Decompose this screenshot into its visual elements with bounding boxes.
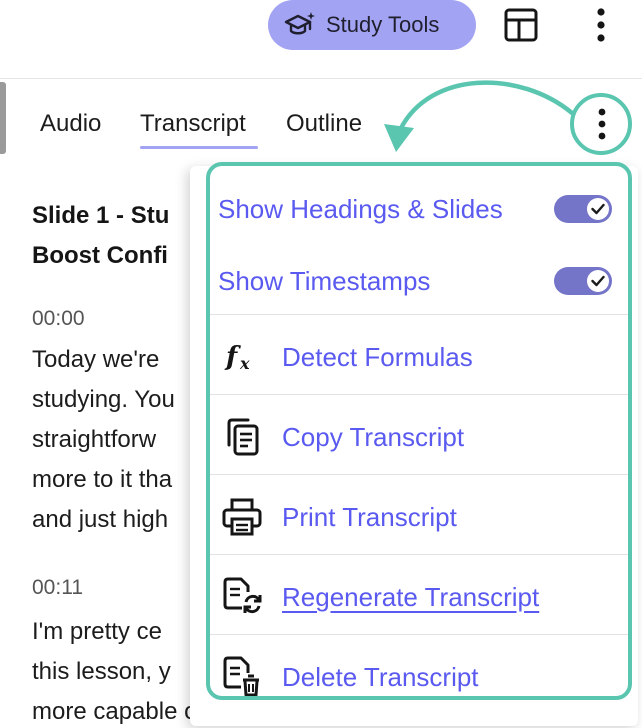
menu-divider <box>210 394 628 395</box>
delete-document-icon <box>220 655 264 696</box>
svg-text:f: f <box>224 342 241 372</box>
study-tools-button[interactable]: Study Tools <box>268 0 476 50</box>
printer-icon <box>220 495 264 539</box>
timestamp[interactable]: 00:00 <box>32 307 85 331</box>
menu-item-regenerate-transcript[interactable]: Regenerate Transcript <box>210 572 628 622</box>
top-bar: Study Tools <box>0 0 642 78</box>
regenerate-document-icon <box>220 575 264 619</box>
menu-item-copy-transcript[interactable]: Copy Transcript <box>210 412 628 462</box>
menu-divider <box>210 474 628 475</box>
transcript-options-menu: Show Headings & Slides Show Timestamps f… <box>206 162 632 700</box>
layout-panel-icon <box>504 8 538 42</box>
menu-divider <box>210 634 628 635</box>
menu-item-detect-formulas[interactable]: f x Detect Formulas <box>210 332 628 382</box>
menu-item-print-transcript[interactable]: Print Transcript <box>210 492 628 542</box>
vertical-dots-icon <box>597 8 605 42</box>
menu-divider <box>210 554 628 555</box>
menu-item-show-timestamps[interactable]: Show Timestamps <box>210 258 628 304</box>
study-tools-label: Study Tools <box>326 12 440 37</box>
formula-fx-icon: f x <box>220 335 264 379</box>
menu-item-delete-transcript[interactable]: Delete Transcript <box>210 652 628 696</box>
annotation-circle <box>570 93 632 155</box>
copy-document-icon <box>220 415 264 459</box>
tab-transcript[interactable]: Transcript <box>140 110 246 138</box>
active-tab-indicator <box>140 146 258 149</box>
graduation-cap-sparkle-icon <box>284 11 316 39</box>
timestamp[interactable]: 00:11 <box>32 576 83 600</box>
toggle-show-headings[interactable] <box>554 195 612 223</box>
check-icon <box>587 198 609 220</box>
check-icon <box>587 270 609 292</box>
svg-text:x: x <box>239 354 250 373</box>
tab-audio[interactable]: Audio <box>40 110 101 138</box>
tab-outline[interactable]: Outline <box>286 110 362 138</box>
layout-panel-button[interactable] <box>504 8 538 42</box>
more-options-button[interactable] <box>586 5 616 45</box>
toggle-show-timestamps[interactable] <box>554 267 612 295</box>
menu-item-show-headings[interactable]: Show Headings & Slides <box>210 186 628 232</box>
menu-divider <box>210 314 628 315</box>
panel-scrollbar[interactable] <box>0 82 6 154</box>
